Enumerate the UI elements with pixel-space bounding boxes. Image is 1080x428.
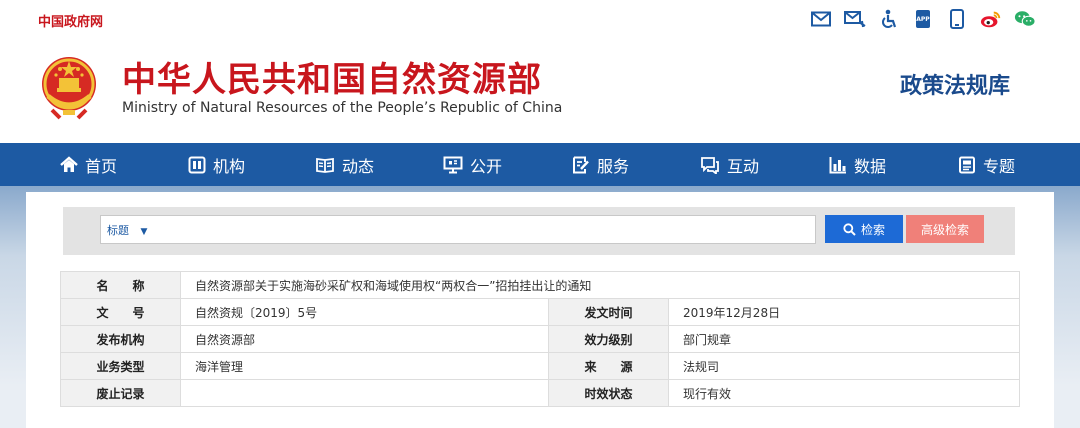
svg-text:APP: APP (916, 16, 930, 23)
service-icon (573, 156, 589, 173)
data-chart-icon (829, 156, 846, 173)
field-label-source: 来 源 (548, 352, 669, 380)
search-button-label: 检索 (860, 222, 885, 237)
nav-label: 服务 (597, 156, 630, 176)
search-field-select-value: 标题 (107, 224, 129, 237)
search-button[interactable]: 检索 (825, 215, 903, 243)
field-value-status: 现行有效 (668, 379, 1020, 407)
field-label-issue-date: 发文时间 (548, 298, 669, 326)
field-value-issue-date: 2019年12月28日 (668, 298, 1020, 326)
weibo-icon[interactable] (980, 9, 1002, 29)
mobile-icon[interactable] (946, 9, 968, 29)
field-value-source: 法规司 (668, 352, 1020, 380)
advanced-search-label: 高级检索 (920, 222, 969, 237)
nav-item-disclosure[interactable]: 公开 (443, 143, 502, 186)
interaction-icon (701, 156, 719, 174)
record-metadata-table: 名 称 自然资源部关于实施海砂采矿权和海域使用权“两权合一”招拍挂出让的通知 文… (60, 271, 1020, 407)
table-row: 名 称 自然资源部关于实施海砂采矿权和海域使用权“两权合一”招拍挂出让的通知 (60, 271, 1020, 299)
ministry-title-chinese: 中华人民共和国自然资源部 (122, 60, 542, 100)
advanced-search-button[interactable]: 高级检索 (906, 215, 984, 243)
field-value-repeal (180, 379, 549, 407)
organization-icon (188, 156, 206, 173)
table-row: 发布机构 自然资源部 效力级别 部门规章 (60, 325, 1020, 353)
site-header: 中华人民共和国自然资源部 Ministry of Natural Resourc… (0, 38, 1080, 143)
nav-item-service[interactable]: 服务 (572, 143, 629, 186)
news-icon (316, 157, 334, 173)
topic-icon (959, 156, 975, 173)
app-icon[interactable]: APP (912, 9, 934, 29)
nav-label: 首页 (85, 156, 118, 176)
field-value-level: 部门规章 (668, 325, 1020, 353)
nav-item-data[interactable]: 数据 (829, 143, 886, 186)
field-label-issuer: 发布机构 (60, 325, 181, 353)
gov-portal-link[interactable]: 中国政府网 (38, 11, 103, 30)
disclosure-icon (443, 156, 463, 173)
field-label-level: 效力级别 (548, 325, 669, 353)
field-value-category: 海洋管理 (180, 352, 549, 380)
table-row: 业务类型 海洋管理 来 源 法规司 (60, 352, 1020, 380)
field-label-repeal: 废止记录 (60, 379, 181, 407)
field-label-doc-no: 文 号 (60, 298, 181, 326)
policy-library-title: 政策法规库 (899, 74, 1010, 99)
wechat-icon[interactable] (1014, 9, 1036, 29)
table-row: 废止记录 时效状态 现行有效 (60, 379, 1020, 407)
national-emblem-logo[interactable] (38, 52, 100, 124)
field-value-name: 自然资源部关于实施海砂采矿权和海域使用权“两权合一”招拍挂出让的通知 (180, 271, 1020, 299)
search-input[interactable] (100, 215, 816, 244)
message-icon[interactable] (844, 9, 866, 29)
dropdown-arrow-icon: ▼ (140, 227, 148, 237)
nav-label: 专题 (983, 156, 1016, 176)
nav-label: 机构 (213, 156, 246, 176)
nav-label: 公开 (470, 156, 503, 176)
accessibility-icon[interactable] (878, 9, 900, 29)
top-icon-group: APP (810, 9, 1036, 29)
search-field-select[interactable]: 标题 ▼ (107, 222, 147, 238)
field-value-issuer: 自然资源部 (180, 325, 549, 353)
nav-item-home[interactable]: 首页 (60, 143, 117, 186)
table-row: 文 号 自然资规〔2019〕5号 发文时间 2019年12月28日 (60, 298, 1020, 326)
top-bar: 中国政府网 APP (0, 0, 1080, 38)
home-icon (60, 155, 78, 172)
main-nav: 首页 机构 动态 公开 服务 互动 数据 专题 (0, 143, 1080, 186)
nav-label: 互动 (727, 156, 760, 176)
nav-item-news[interactable]: 动态 (315, 143, 374, 186)
nav-item-topic[interactable]: 专题 (958, 143, 1015, 186)
field-label-status: 时效状态 (548, 379, 669, 407)
field-label-name: 名 称 (60, 271, 181, 299)
nav-item-organization[interactable]: 机构 (188, 143, 245, 186)
nav-label: 数据 (854, 156, 887, 176)
search-icon (843, 222, 856, 236)
field-value-doc-no: 自然资规〔2019〕5号 (180, 298, 549, 326)
nav-item-interaction[interactable]: 互动 (700, 143, 759, 186)
ministry-title-english: Ministry of Natural Resources of the Peo… (122, 100, 563, 116)
nav-label: 动态 (342, 156, 375, 176)
field-label-category: 业务类型 (60, 352, 181, 380)
email-icon[interactable] (810, 9, 832, 29)
